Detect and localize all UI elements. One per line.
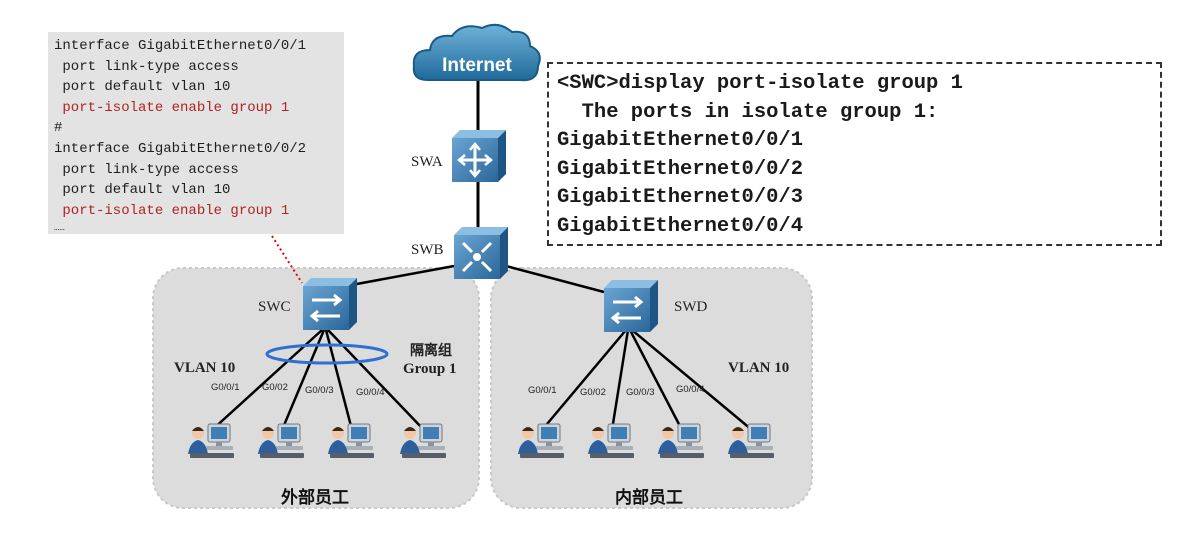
swd-switch-icon [604,280,658,332]
config-line: port default vlan 10 [54,79,231,96]
right-zone-title: 内部员工 [615,488,683,508]
swc-label: SWC [258,299,291,315]
left-port-label: G0/0/3 [305,385,334,396]
right-port-label: G0/0/4 [676,384,705,395]
right-port-label: G0/02 [580,387,606,398]
left-zone-title: 外部员工 [281,488,349,508]
console-line: GigabitEthernet0/0/1 [557,129,804,153]
config-line: port default vlan 10 [54,182,231,199]
isolation-group-en-label: Group 1 [403,361,457,377]
config-ellipsis: …… [54,223,65,234]
console-line: GigabitEthernet0/0/3 [557,186,804,210]
right-vlan-label: VLAN 10 [728,360,790,376]
console-line: GigabitEthernet0/0/4 [557,214,804,238]
left-vlan-label: VLAN 10 [174,360,236,376]
config-line-highlight: port-isolate enable group 1 [54,99,290,116]
config-line: # [54,120,63,137]
swb-label: SWB [411,242,444,258]
config-line: port link-type access [54,58,239,75]
config-line-highlight: port-isolate enable group 1 [54,202,290,219]
left-port-label: G0/02 [262,382,288,393]
right-port-label: G0/0/1 [528,385,557,396]
left-port-label: G0/0/4 [356,387,385,398]
swc-switch-icon [303,278,357,330]
console-line: <SWC>display port-isolate group 1 [557,72,963,95]
swa-switch-icon [452,130,506,182]
config-line: interface GigabitEthernet0/0/2 [54,140,307,157]
config-line: port link-type access [54,161,239,178]
right-port-label: G0/0/3 [626,387,655,398]
config-line: interface GigabitEthernet0/0/1 [54,38,307,54]
swd-label: SWD [674,299,708,315]
isolation-group-cn-label: 隔离组 [410,343,452,359]
console-line: GigabitEthernet0/0/2 [557,157,804,181]
internet-label: Internet [442,55,512,76]
swa-label: SWA [411,154,443,170]
console-output: <SWC>display port-isolate group 1 The po… [547,62,1162,246]
swb-switch-icon [454,227,508,279]
left-port-label: G0/0/1 [211,382,240,393]
console-line: The ports in isolate group 1: [557,100,939,124]
config-snippet: interface GigabitEthernet0/0/1 port link… [48,32,344,234]
